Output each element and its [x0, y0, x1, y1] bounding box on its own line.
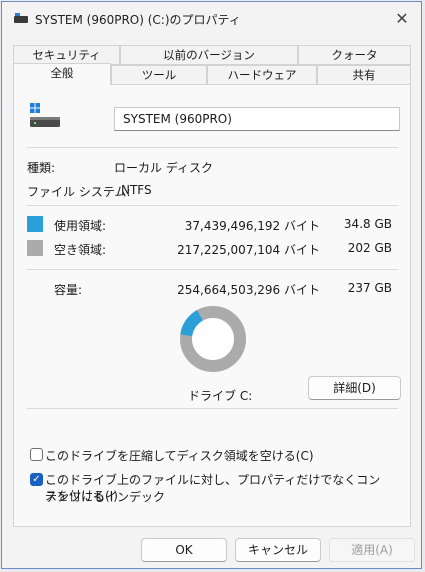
tab-sharing[interactable]: 共有 — [317, 65, 411, 85]
drive-name-input[interactable]: SYSTEM (960PRO) — [114, 107, 400, 131]
drive-icon — [30, 103, 60, 127]
cancel-button[interactable]: キャンセル — [235, 538, 321, 562]
free-bytes: 217,225,007,104 バイト — [177, 243, 320, 257]
divider — [27, 205, 398, 206]
type-value: ローカル ディスク — [114, 161, 213, 175]
used-size: 34.8 GB — [343, 217, 392, 231]
divider — [27, 269, 398, 270]
properties-dialog: SYSTEM (960PRO) (C:)のプロパティ ✕ セキュリティ 以前のバ… — [1, 1, 422, 569]
compress-checkbox[interactable] — [30, 448, 43, 461]
filesystem-label: ファイル システム: — [27, 185, 131, 199]
index-checkbox[interactable]: ✓ — [30, 473, 43, 486]
tab-general[interactable]: 全般 — [13, 63, 111, 85]
type-label: 種類: — [27, 161, 56, 175]
ok-button[interactable]: OK — [141, 538, 227, 562]
capacity-size: 237 GB — [347, 281, 392, 295]
title-bar: SYSTEM (960PRO) (C:)のプロパティ ✕ — [2, 2, 421, 36]
tab-tools[interactable]: ツール — [111, 65, 207, 85]
capacity-bytes: 254,664,503,296 バイト — [177, 283, 320, 297]
used-color-swatch — [27, 216, 43, 232]
tab-previous-versions[interactable]: 以前のバージョン — [120, 45, 298, 65]
drive-letter-label: ドライブ C: — [188, 389, 253, 403]
free-color-swatch — [27, 240, 43, 256]
divider — [27, 408, 398, 409]
tab-quota[interactable]: クォータ — [298, 45, 411, 65]
compress-label: このドライブを圧縮してディスク領域を空ける(C) — [45, 449, 314, 463]
filesystem-value: NTFS — [121, 183, 152, 197]
capacity-label: 容量: — [54, 283, 83, 297]
tab-security[interactable]: セキュリティ — [13, 45, 120, 65]
details-button[interactable]: 詳細(D) — [308, 376, 401, 400]
used-bytes: 37,439,496,192 バイト — [184, 219, 320, 233]
window-title: SYSTEM (960PRO) (C:)のプロパティ — [35, 13, 241, 27]
drive-icon — [14, 13, 28, 23]
close-button[interactable]: ✕ — [391, 8, 413, 30]
free-size: 202 GB — [347, 241, 392, 255]
divider — [27, 147, 398, 148]
tab-hardware[interactable]: ハードウェア — [207, 65, 317, 85]
free-label: 空き領域: — [54, 243, 107, 257]
apply-button[interactable]: 適用(A) — [329, 538, 415, 562]
disk-usage-donut — [180, 306, 246, 372]
general-panel: SYSTEM (960PRO) 種類: ローカル ディスク ファイル システム:… — [13, 84, 411, 527]
index-label-line2: スを付ける(I) — [45, 489, 118, 503]
donut-center — [192, 318, 234, 360]
used-label: 使用領域: — [54, 219, 107, 233]
